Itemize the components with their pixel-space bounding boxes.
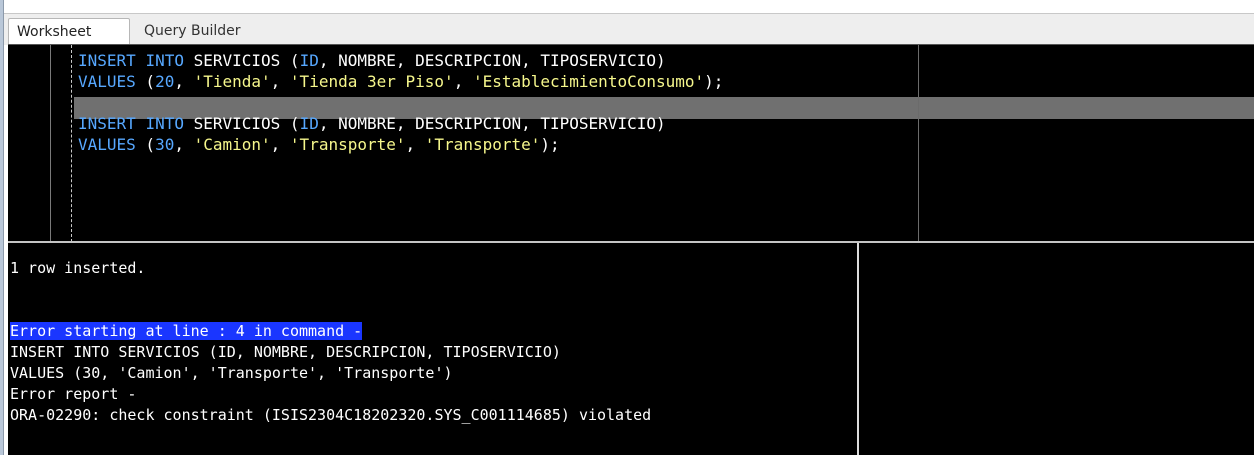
output-line: 1 row inserted. [10,258,651,279]
output-right-divider [857,243,859,455]
code-token: , NOMBRE, DESCRIPCION, TIPOSERVICIO) [318,114,666,133]
code-token: VALUES [78,72,136,91]
code-token: , [174,135,194,154]
code-token: , [270,135,290,154]
editor-right-margin [918,45,919,242]
sql-editor[interactable]: INSERT INTO SERVICIOS (ID, NOMBRE, DESCR… [8,44,1254,242]
output-line-text: INSERT INTO SERVICIOS (ID, NOMBRE, DESCR… [10,343,561,361]
code-token: ID [299,114,319,133]
error-heading-selected: Error starting at line : 4 in command - [10,322,363,340]
tab-worksheet[interactable]: Worksheet [8,18,130,45]
code-token: ID [299,51,319,70]
code-line[interactable]: VALUES (30, 'Camion', 'Transporte', 'Tra… [78,134,723,155]
code-token: SERVICIOS ( [183,114,300,133]
code-line[interactable]: VALUES (20, 'Tienda', 'Tienda 3er Piso',… [78,71,723,92]
output-line-text: Error report - [10,385,137,403]
output-line: INSERT INTO SERVICIOS (ID, NOMBRE, DESCR… [10,342,651,363]
code-token: , [174,72,194,91]
code-token: ( [135,72,156,91]
code-token: , [453,72,473,91]
code-token: ); [540,135,560,154]
code-token: 'Tienda' [193,72,271,91]
code-token: INTO [145,114,184,133]
code-token: 'EstablecimientoConsumo' [472,72,705,91]
code-line[interactable]: INSERT INTO SERVICIOS (ID, NOMBRE, DESCR… [78,113,723,134]
code-line[interactable] [78,92,723,113]
worksheet-tab-bar: Worksheet Query Builder [4,13,1254,45]
output-line: Error starting at line : 4 in command - [10,321,651,342]
code-lines[interactable]: INSERT INTO SERVICIOS (ID, NOMBRE, DESCR… [78,50,723,155]
code-token: SERVICIOS ( [183,51,300,70]
code-token: VALUES [78,135,136,154]
code-token: 20 [155,72,175,91]
code-token: ); [704,72,724,91]
output-line: Error report - [10,384,651,405]
code-token: 'Transporte' [424,135,541,154]
code-token: INTO [145,51,184,70]
code-token: 'Camion' [193,135,271,154]
script-output-panel[interactable]: 1 row inserted. Error starting at line :… [8,243,1254,455]
code-line[interactable]: INSERT INTO SERVICIOS (ID, NOMBRE, DESCR… [78,50,723,71]
code-token: 'Transporte' [289,135,406,154]
code-token: , NOMBRE, DESCRIPCION, TIPOSERVICIO) [318,51,666,70]
code-fold-guide [71,45,72,242]
output-line: VALUES (30, 'Camion', 'Transporte', 'Tra… [10,363,651,384]
code-token: ( [135,135,156,154]
code-token: 'Tienda 3er Piso' [289,72,454,91]
output-line-text: VALUES (30, 'Camion', 'Transporte', 'Tra… [10,364,453,382]
output-line-text: 1 row inserted. [10,259,146,277]
code-token: , [405,135,425,154]
output-line-text: ORA-02290: check constraint (ISIS2304C18… [10,406,652,424]
output-line: ORA-02290: check constraint (ISIS2304C18… [10,405,651,426]
code-token: INSERT [78,51,136,70]
code-token: 30 [155,135,175,154]
tab-query-builder[interactable]: Query Builder [136,18,266,45]
editor-gutter-divider [50,45,51,242]
code-token: INSERT [78,114,136,133]
window-left-border [3,0,4,455]
code-token: , [270,72,290,91]
script-output-text: 1 row inserted. Error starting at line :… [10,258,651,426]
